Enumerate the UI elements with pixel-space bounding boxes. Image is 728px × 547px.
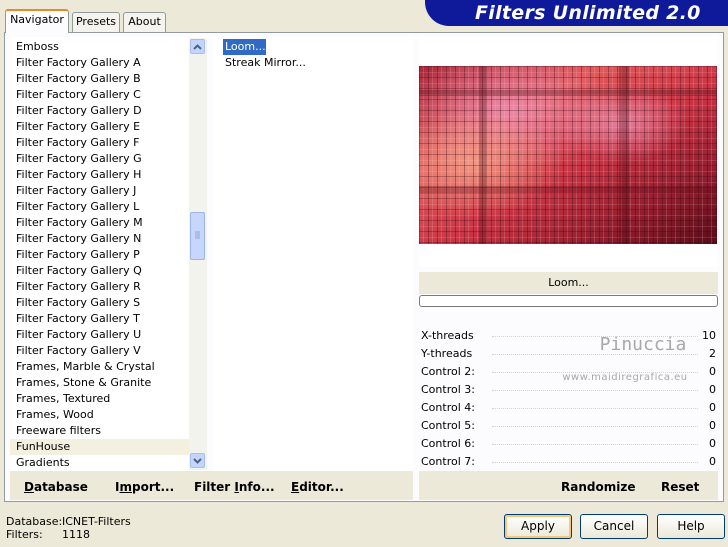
category-item[interactable]: Filter Factory Gallery H [10,167,207,183]
category-item[interactable]: FunHouse [10,439,207,455]
category-item[interactable]: Filter Factory Gallery B [10,71,207,87]
slider-track[interactable] [492,372,698,373]
slider-track[interactable] [492,426,698,427]
status-database-label: Database: [6,515,63,528]
reset-button[interactable]: Reset [661,479,699,496]
control-slider-row[interactable]: X-threads 10 [420,327,718,345]
chevron-up-icon [193,43,202,50]
import-button[interactable]: Import... [115,479,174,496]
filter-info-button[interactable]: Filter Info... [194,479,275,496]
scroll-down-button[interactable] [190,453,205,468]
filter-item[interactable]: Streak Mirror... [223,55,306,71]
control-label: Control 7: [421,455,475,468]
category-item[interactable]: Frames, Marble & Crystal [10,359,207,375]
category-item[interactable]: Filter Factory Gallery Q [10,263,207,279]
control-slider-row[interactable]: Control 3: 0 [420,381,718,399]
slider-track[interactable] [492,408,698,409]
cancel-button[interactable]: Cancel [580,514,648,539]
category-item[interactable]: Filter Factory Gallery C [10,87,207,103]
category-item[interactable]: Filter Factory Gallery A [10,55,207,71]
app-title-banner: Filters Unlimited 2.0 [425,0,728,26]
control-value: 2 [709,347,716,360]
category-item[interactable]: Filter Factory Gallery J [10,183,207,199]
category-item[interactable]: Filter Factory Gallery P [10,247,207,263]
scroll-thumb[interactable] [190,212,205,260]
filter-item[interactable]: Loom... [223,39,266,55]
status-filters-label: Filters: [6,528,43,541]
control-value: 0 [709,455,716,468]
category-item[interactable]: Gradients [10,455,207,471]
category-item[interactable]: Filter Factory Gallery U [10,327,207,343]
category-item[interactable]: Filter Factory Gallery F [10,135,207,151]
category-item[interactable]: Filter Factory Gallery L [10,199,207,215]
tab-navigator[interactable]: Navigator [5,9,69,33]
preview-filter-name: Loom... [419,272,718,294]
database-button[interactable]: Database [24,479,88,496]
control-label: X-threads [421,329,474,342]
progress-bar [419,295,718,307]
chevron-down-icon [193,457,202,464]
category-item[interactable]: Filter Factory Gallery T [10,311,207,327]
control-value: 0 [709,383,716,396]
control-slider-row[interactable]: Control 4: 0 [420,399,718,417]
control-value: 0 [709,437,716,450]
category-item[interactable]: Frames, Stone & Granite [10,375,207,391]
control-slider-row[interactable]: Control 5: 0 [420,417,718,435]
control-value: 0 [709,419,716,432]
preview-image [419,66,717,244]
category-scrollbar[interactable] [189,38,207,470]
tab-about[interactable]: About [123,12,166,32]
filter-list: Loom... Streak Mirror... [213,37,413,471]
category-item[interactable]: Filter Factory Gallery V [10,343,207,359]
scroll-up-button[interactable] [190,39,205,54]
help-button[interactable]: Help [657,514,725,539]
category-list: Emboss Filter Factory Gallery A Filter Fac… [10,37,207,471]
category-item[interactable]: Emboss [10,39,207,55]
control-slider-row[interactable]: Control 2: 0 [420,363,718,381]
control-label: Control 2: [421,365,475,378]
status-database-value: ICNET-Filters [62,515,131,528]
editor-button[interactable]: Editor... [291,479,344,496]
category-item[interactable]: Filter Factory Gallery E [10,119,207,135]
category-item[interactable]: Filter Factory Gallery N [10,231,207,247]
category-item[interactable]: Filter Factory Gallery D [10,103,207,119]
slider-track[interactable] [492,462,698,463]
slider-track[interactable] [492,444,698,445]
category-item[interactable]: Filter Factory Gallery S [10,295,207,311]
category-item[interactable]: Filter Factory Gallery G [10,151,207,167]
control-label: Control 4: [421,401,475,414]
control-slider-row[interactable]: Control 6: 0 [420,435,718,453]
control-slider-row[interactable]: Y-threads 2 [420,345,718,363]
control-label: Control 3: [421,383,475,396]
slider-track[interactable] [492,390,698,391]
category-item[interactable]: Frames, Wood [10,407,207,423]
grip-icon [195,231,200,239]
control-slider-row[interactable]: Control 7: 0 [420,453,718,471]
control-label: Y-threads [421,347,473,360]
control-label: Control 5: [421,419,475,432]
control-value: 10 [702,329,716,342]
category-item[interactable]: Filter Factory Gallery R [10,279,207,295]
slider-track[interactable] [492,354,698,355]
slider-track[interactable] [492,336,698,337]
preview-panel [419,37,718,267]
category-item[interactable]: Filter Factory Gallery M [10,215,207,231]
randomize-button[interactable]: Randomize [561,479,635,496]
control-value: 0 [709,401,716,414]
category-item[interactable]: Frames, Textured [10,391,207,407]
status-filters-value: 1118 [62,528,90,541]
control-label: Control 6: [421,437,475,450]
control-value: 0 [709,365,716,378]
category-item[interactable]: Freeware filters [10,423,207,439]
apply-button[interactable]: Apply [504,514,572,539]
tab-presets[interactable]: Presets [72,12,120,32]
